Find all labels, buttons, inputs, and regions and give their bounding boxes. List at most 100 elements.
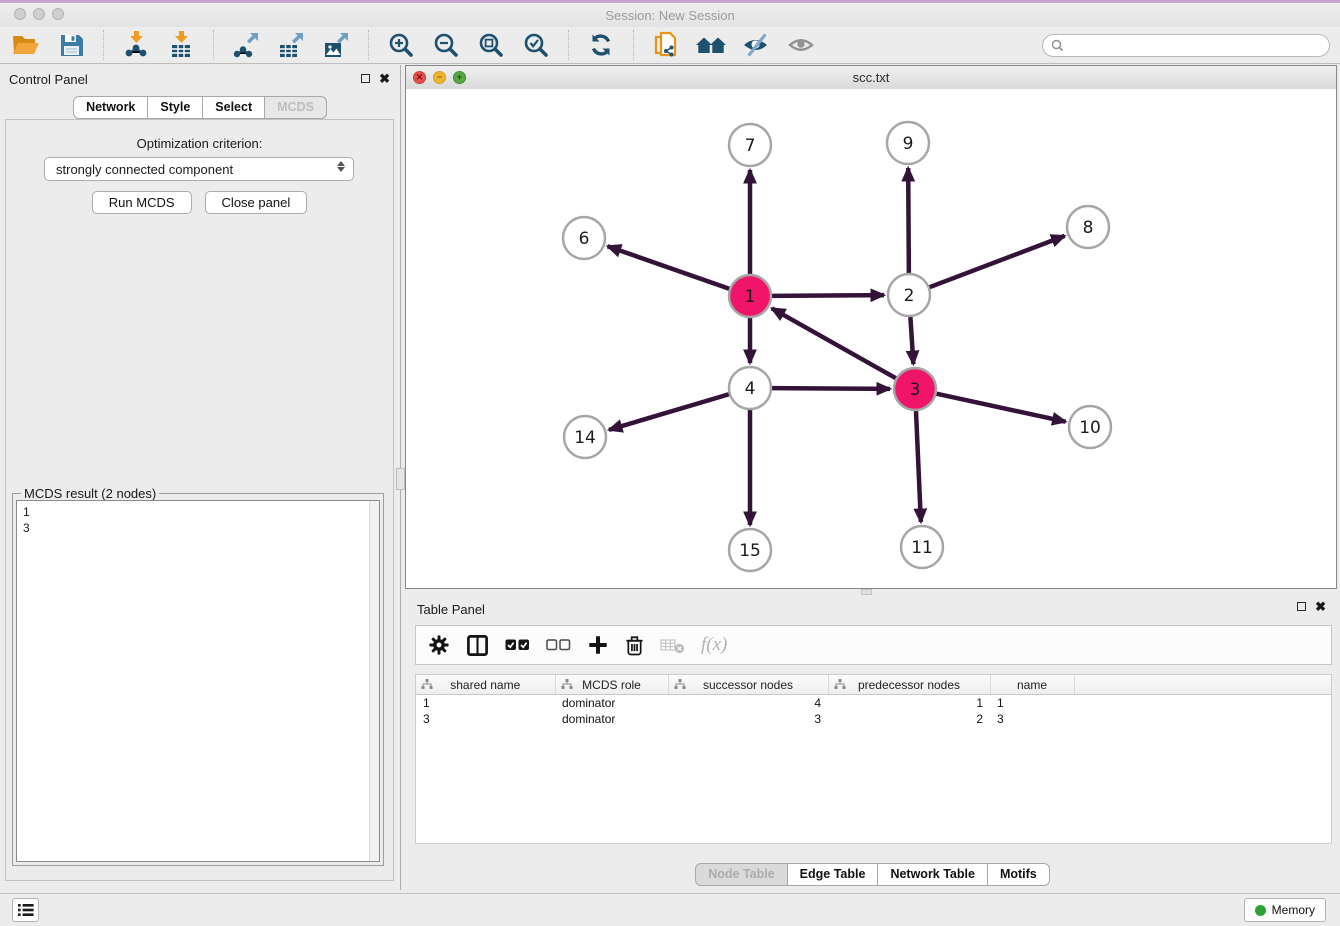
select-all-icon[interactable]	[505, 638, 530, 652]
close-panel-button[interactable]: Close panel	[205, 191, 308, 214]
home-icon[interactable]	[695, 30, 727, 60]
memory-button[interactable]: Memory	[1244, 898, 1326, 922]
search-icon	[1051, 39, 1064, 52]
select-stepper-icon	[337, 161, 345, 172]
toolbar-separator	[213, 30, 214, 60]
graph-node-8[interactable]: 8	[1067, 206, 1109, 248]
zoom-fit-icon[interactable]	[475, 30, 507, 60]
graph-node-7[interactable]: 7	[729, 124, 771, 166]
export-image-icon[interactable]	[320, 30, 352, 60]
svg-text:3: 3	[910, 380, 921, 400]
network-graph: 7 9 6 8 1 2 4 3 14 10 15 11	[406, 89, 1336, 588]
table-settings-gear-icon[interactable]	[428, 634, 450, 656]
column-header-successor-nodes[interactable]: successor nodes	[668, 675, 828, 695]
table-tab-motifs[interactable]: Motifs	[988, 863, 1050, 886]
network-canvas[interactable]: 7 9 6 8 1 2 4 3 14 10 15 11	[406, 89, 1336, 588]
graph-node-14[interactable]: 14	[564, 416, 606, 458]
zoom-selected-icon[interactable]	[520, 30, 552, 60]
save-session-icon[interactable]	[55, 30, 87, 60]
svg-text:4: 4	[745, 379, 756, 399]
graph-node-11[interactable]: 11	[901, 526, 943, 568]
graph-node-2[interactable]: 2	[888, 274, 930, 316]
graph-node-3[interactable]: 3	[894, 368, 936, 410]
float-table-panel-icon[interactable]	[1297, 602, 1306, 611]
graph-node-6[interactable]: 6	[563, 217, 605, 259]
refresh-view-icon[interactable]	[585, 30, 617, 60]
graph-node-9[interactable]: 9	[887, 122, 929, 164]
tree-icon	[561, 679, 573, 690]
graph-node-4[interactable]: 4	[729, 367, 771, 409]
graph-edge-3-1[interactable]	[772, 308, 896, 378]
control-tab-network[interactable]: Network	[73, 96, 148, 119]
table-tab-edge-table[interactable]: Edge Table	[788, 863, 879, 886]
zoom-out-icon[interactable]	[430, 30, 462, 60]
result-scrollbar[interactable]	[369, 501, 379, 861]
control-tab-mcds[interactable]: MCDS	[265, 96, 327, 119]
toolbar-separator	[103, 30, 104, 60]
table-tab-network-table[interactable]: Network Table	[878, 863, 988, 886]
graph-edge-1-2[interactable]	[772, 295, 884, 296]
graph-edge-4-3[interactable]	[772, 388, 890, 389]
column-header-MCDS-role[interactable]: MCDS role	[555, 675, 668, 695]
graph-edge-2-9[interactable]	[908, 168, 909, 273]
control-panel-title: Control Panel	[9, 72, 88, 87]
column-layout-icon[interactable]	[466, 634, 489, 657]
toolbar-separator	[568, 30, 569, 60]
svg-text:9: 9	[903, 134, 914, 154]
graph-node-10[interactable]: 10	[1069, 406, 1111, 448]
table-row[interactable]: 1dominator411	[416, 695, 1331, 712]
delete-icon[interactable]	[625, 634, 644, 656]
status-bar: Memory	[0, 893, 1340, 926]
task-history-button[interactable]	[12, 898, 39, 922]
graph-edge-3-11[interactable]	[916, 411, 921, 522]
search-box[interactable]	[1042, 34, 1330, 57]
svg-text:7: 7	[745, 136, 756, 156]
show-graphics-icon[interactable]	[785, 30, 817, 60]
vertical-splitter-handle[interactable]	[396, 468, 405, 490]
graph-edge-4-14[interactable]	[609, 394, 729, 430]
import-table-icon[interactable]	[165, 30, 197, 60]
table-tab-node-table[interactable]: Node Table	[695, 863, 787, 886]
graph-edge-1-6[interactable]	[608, 246, 730, 288]
network-window-titlebar[interactable]: ✕ − + scc.txt	[406, 66, 1336, 90]
svg-text:11: 11	[911, 538, 933, 558]
add-icon[interactable]	[587, 634, 609, 656]
criterion-select[interactable]: strongly connected component	[44, 157, 354, 181]
control-tab-select[interactable]: Select	[203, 96, 265, 119]
export-network-icon[interactable]	[230, 30, 262, 60]
import-network-icon[interactable]	[120, 30, 152, 60]
graph-edge-2-8[interactable]	[930, 236, 1065, 287]
memory-label: Memory	[1272, 903, 1315, 917]
network-window-title: scc.txt	[406, 70, 1336, 85]
window-accent-strip	[0, 0, 1340, 3]
control-panel: Control Panel ✖ NetworkStyleSelectMCDS O…	[0, 65, 401, 890]
mcds-result-line: 3	[23, 520, 373, 536]
duplicate-network-icon[interactable]	[650, 30, 682, 60]
zoom-in-icon[interactable]	[385, 30, 417, 60]
graph-node-15[interactable]: 15	[729, 529, 771, 571]
float-panel-icon[interactable]	[361, 74, 370, 83]
control-tab-style[interactable]: Style	[148, 96, 203, 119]
column-header-name[interactable]: name	[990, 675, 1074, 695]
node-table: shared nameMCDS rolesuccessor nodesprede…	[415, 674, 1332, 844]
graph-edge-3-10[interactable]	[936, 394, 1065, 422]
table-row[interactable]: 3dominator323	[416, 711, 1331, 727]
export-table-icon[interactable]	[275, 30, 307, 60]
column-header-shared-name[interactable]: shared name	[416, 675, 555, 695]
column-header-predecessor-nodes[interactable]: predecessor nodes	[828, 675, 990, 695]
mcds-result-title: MCDS result (2 nodes)	[21, 486, 159, 501]
tree-icon	[674, 679, 686, 690]
mcds-result-list[interactable]: 13	[16, 500, 380, 862]
close-panel-icon[interactable]: ✖	[379, 73, 390, 84]
svg-text:14: 14	[574, 428, 596, 448]
deselect-all-icon[interactable]	[546, 638, 571, 652]
graph-edge-2-3[interactable]	[910, 317, 913, 364]
hide-graphics-icon[interactable]	[740, 30, 772, 60]
run-mcds-button[interactable]: Run MCDS	[92, 191, 192, 214]
svg-text:1: 1	[745, 287, 756, 307]
open-session-icon[interactable]	[10, 30, 42, 60]
search-input[interactable]	[1069, 37, 1321, 54]
close-table-panel-icon[interactable]: ✖	[1315, 601, 1326, 612]
graph-node-1[interactable]: 1	[729, 275, 771, 317]
mcds-result-line: 1	[23, 504, 373, 520]
